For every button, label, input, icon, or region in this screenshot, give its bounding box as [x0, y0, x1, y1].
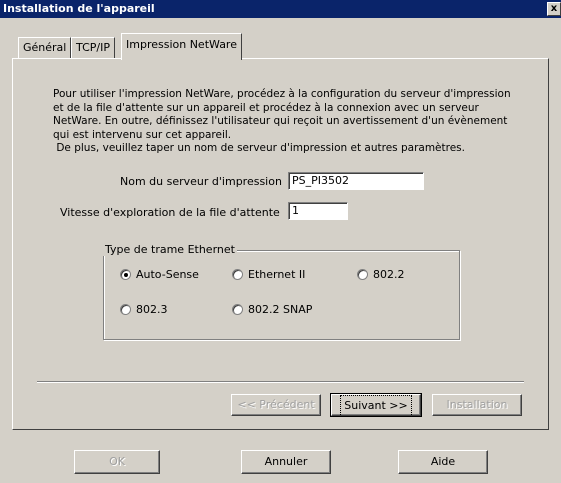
cancel-button[interactable]: Annuler — [241, 450, 331, 474]
description-line: Pour utiliser l'impression NetWare, proc… — [53, 88, 511, 100]
help-button[interactable]: Aide — [398, 450, 488, 474]
description-text: Pour utiliser l'impression NetWare, proc… — [53, 88, 523, 156]
radio-unchecked-icon — [120, 304, 131, 315]
radio-802-3[interactable]: 802.3 — [120, 303, 168, 316]
radio-ethernet-ii[interactable]: Ethernet II — [232, 268, 305, 281]
title-bar: Installation de l'appareil x — [0, 0, 561, 18]
frame-type-legend: Type de trame Ethernet — [103, 243, 237, 256]
description-line: qui est intervenu sur cet appareil. — [53, 128, 232, 141]
description-line: De plus, veuillez taper un nom de serveu… — [53, 142, 465, 154]
poll-speed-input[interactable]: 1 — [288, 202, 348, 220]
close-button[interactable]: x — [547, 2, 561, 16]
print-server-input[interactable]: PS_PI3502 — [288, 172, 424, 190]
radio-checked-icon — [120, 269, 131, 280]
next-button-label: Suivant >> — [340, 395, 412, 417]
previous-button[interactable]: << Précédent — [231, 394, 321, 416]
radio-unchecked-icon — [357, 269, 368, 280]
radio-unchecked-icon — [232, 269, 243, 280]
radio-label: 802.2 — [373, 268, 405, 281]
radio-label: 802.2 SNAP — [248, 303, 313, 316]
radio-unchecked-icon — [232, 304, 243, 315]
frame-type-group — [103, 250, 460, 340]
radio-label: Auto-Sense — [136, 268, 199, 281]
radio-auto-sense[interactable]: Auto-Sense — [120, 268, 199, 281]
tab-impression-netware[interactable]: Impression NetWare — [121, 33, 242, 60]
radio-label: 802.3 — [136, 303, 168, 316]
description-line: et de la file d'attente sur un appareil … — [53, 101, 479, 114]
print-server-label: Nom du serveur d'impression — [120, 175, 282, 188]
radio-802-2[interactable]: 802.2 — [357, 268, 405, 281]
window-title: Installation de l'appareil — [3, 2, 155, 15]
install-button[interactable]: Installation — [432, 394, 522, 416]
radio-802-2-snap[interactable]: 802.2 SNAP — [232, 303, 312, 316]
tab-tcpip[interactable]: TCP/IP — [71, 37, 115, 59]
ok-button[interactable]: OK — [74, 450, 160, 474]
radio-label: Ethernet II — [248, 268, 306, 281]
poll-speed-label: Vitesse d'exploration de la file d'atten… — [60, 206, 280, 219]
separator — [37, 381, 524, 383]
description-line: NetWare. En outre, définissez l'utilisat… — [53, 115, 508, 127]
next-button[interactable]: Suivant >> — [330, 393, 422, 417]
tab-general[interactable]: Général — [18, 37, 72, 59]
